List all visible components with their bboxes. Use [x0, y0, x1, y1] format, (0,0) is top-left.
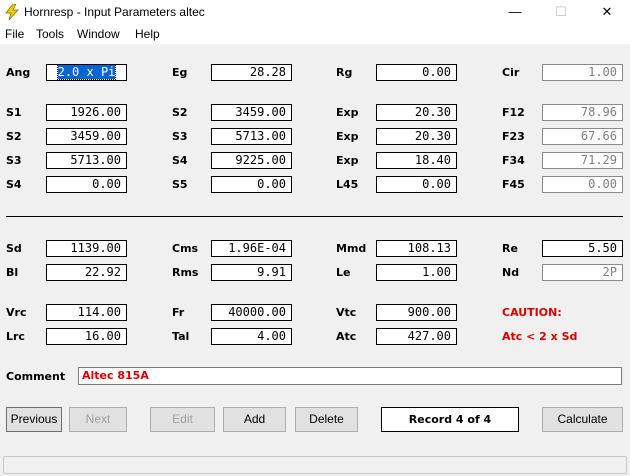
- cir-field: 1.00: [542, 64, 623, 81]
- s3-field-a[interactable]: 5713.00: [211, 128, 292, 145]
- label-cir: Cir: [502, 66, 520, 79]
- label-f45: F45: [502, 178, 525, 191]
- s4-field[interactable]: 0.00: [46, 176, 127, 193]
- label-l45: L45: [336, 178, 359, 191]
- label-exp-1: Exp: [336, 106, 359, 119]
- menu-file[interactable]: File: [5, 27, 24, 41]
- f45-field: 0.00: [542, 176, 623, 193]
- label-exp-3: Exp: [336, 154, 359, 167]
- bl-field[interactable]: 22.92: [46, 264, 127, 281]
- rg-field[interactable]: 0.00: [376, 64, 457, 81]
- label-f12: F12: [502, 106, 525, 119]
- menu-tools[interactable]: Tools: [36, 27, 64, 41]
- status-bar: [0, 454, 630, 476]
- f34-field: 71.29: [542, 152, 623, 169]
- label-s4: S4: [6, 178, 22, 191]
- nd-field: 2P: [542, 264, 623, 281]
- label-s1: S1: [6, 106, 22, 119]
- s1-field[interactable]: 1926.00: [46, 104, 127, 121]
- label-re: Re: [502, 242, 518, 255]
- le-field[interactable]: 1.00: [376, 264, 457, 281]
- ang-field[interactable]: 2.0 x Pi: [46, 64, 127, 81]
- label-fr: Fr: [172, 306, 185, 319]
- caution-title: CAUTION:: [502, 306, 562, 319]
- label-s3: S3: [6, 154, 22, 167]
- record-indicator: Record 4 of 4: [381, 407, 519, 432]
- label-s3: S3: [172, 130, 188, 143]
- label-tal: Tal: [172, 330, 190, 343]
- maximize-button[interactable]: ☐: [538, 0, 584, 24]
- label-rg: Rg: [336, 66, 353, 79]
- mmd-field[interactable]: 108.13: [376, 240, 457, 257]
- delete-button[interactable]: Delete: [295, 407, 358, 432]
- exp3-field[interactable]: 18.40: [376, 152, 457, 169]
- label-exp-2: Exp: [336, 130, 359, 143]
- s3-field[interactable]: 5713.00: [46, 152, 127, 169]
- label-ang: Ang: [6, 66, 31, 79]
- title-bar: Hornresp - Input Parameters altec — ☐ ✕: [0, 0, 630, 24]
- label-vrc: Vrc: [6, 306, 27, 319]
- tal-field[interactable]: 4.00: [211, 328, 292, 345]
- caution-message: Atc < 2 x Sd: [502, 330, 578, 343]
- vtc-field[interactable]: 900.00: [376, 304, 457, 321]
- add-button[interactable]: Add: [223, 407, 286, 432]
- exp2-field[interactable]: 20.30: [376, 128, 457, 145]
- f12-field: 78.96: [542, 104, 623, 121]
- s2-field[interactable]: 3459.00: [46, 128, 127, 145]
- exp1-field[interactable]: 20.30: [376, 104, 457, 121]
- label-comment: Comment: [6, 370, 66, 383]
- label-rms: Rms: [172, 266, 199, 279]
- sd-field[interactable]: 1139.00: [46, 240, 127, 257]
- edit-button[interactable]: Edit: [150, 407, 215, 432]
- label-nd: Nd: [502, 266, 520, 279]
- section-divider: [6, 216, 623, 217]
- label-eg: Eg: [172, 66, 188, 79]
- calculate-button[interactable]: Calculate: [542, 407, 623, 432]
- label-cms: Cms: [172, 242, 199, 255]
- status-panel: [3, 456, 627, 474]
- label-s5: S5: [172, 178, 188, 191]
- label-mmd: Mmd: [336, 242, 367, 255]
- label-vtc: Vtc: [336, 306, 357, 319]
- rms-field[interactable]: 9.91: [211, 264, 292, 281]
- s4-field-a[interactable]: 9225.00: [211, 152, 292, 169]
- f23-field: 67.66: [542, 128, 623, 145]
- l45-field[interactable]: 0.00: [376, 176, 457, 193]
- comment-field[interactable]: Altec 815A: [78, 367, 622, 385]
- label-s4: S4: [172, 154, 188, 167]
- menu-bar: File Tools Window Help: [0, 24, 630, 44]
- atc-field[interactable]: 427.00: [376, 328, 457, 345]
- lrc-field[interactable]: 16.00: [46, 328, 127, 345]
- s2-field-a[interactable]: 3459.00: [211, 104, 292, 121]
- window-title: Hornresp - Input Parameters altec: [24, 5, 205, 19]
- cms-field[interactable]: 1.96E-04: [211, 240, 292, 257]
- previous-button[interactable]: Previous: [6, 407, 62, 432]
- label-s2: S2: [6, 130, 22, 143]
- label-f34: F34: [502, 154, 525, 167]
- re-field[interactable]: 5.50: [542, 240, 623, 257]
- label-s2: S2: [172, 106, 188, 119]
- fr-field[interactable]: 40000.00: [211, 304, 292, 321]
- label-lrc: Lrc: [6, 330, 25, 343]
- vrc-field[interactable]: 114.00: [46, 304, 127, 321]
- menu-help[interactable]: Help: [135, 27, 160, 41]
- label-le: Le: [336, 266, 351, 279]
- s5-field[interactable]: 0.00: [211, 176, 292, 193]
- label-atc: Atc: [336, 330, 357, 343]
- menu-window[interactable]: Window: [77, 27, 120, 41]
- label-bl: Bl: [6, 266, 19, 279]
- eg-field[interactable]: 28.28: [211, 64, 292, 81]
- label-sd: Sd: [6, 242, 22, 255]
- next-button[interactable]: Next: [69, 407, 127, 432]
- lightning-bolt-icon: [5, 4, 19, 20]
- minimize-button[interactable]: —: [492, 0, 538, 24]
- label-f23: F23: [502, 130, 525, 143]
- close-button[interactable]: ✕: [584, 0, 630, 24]
